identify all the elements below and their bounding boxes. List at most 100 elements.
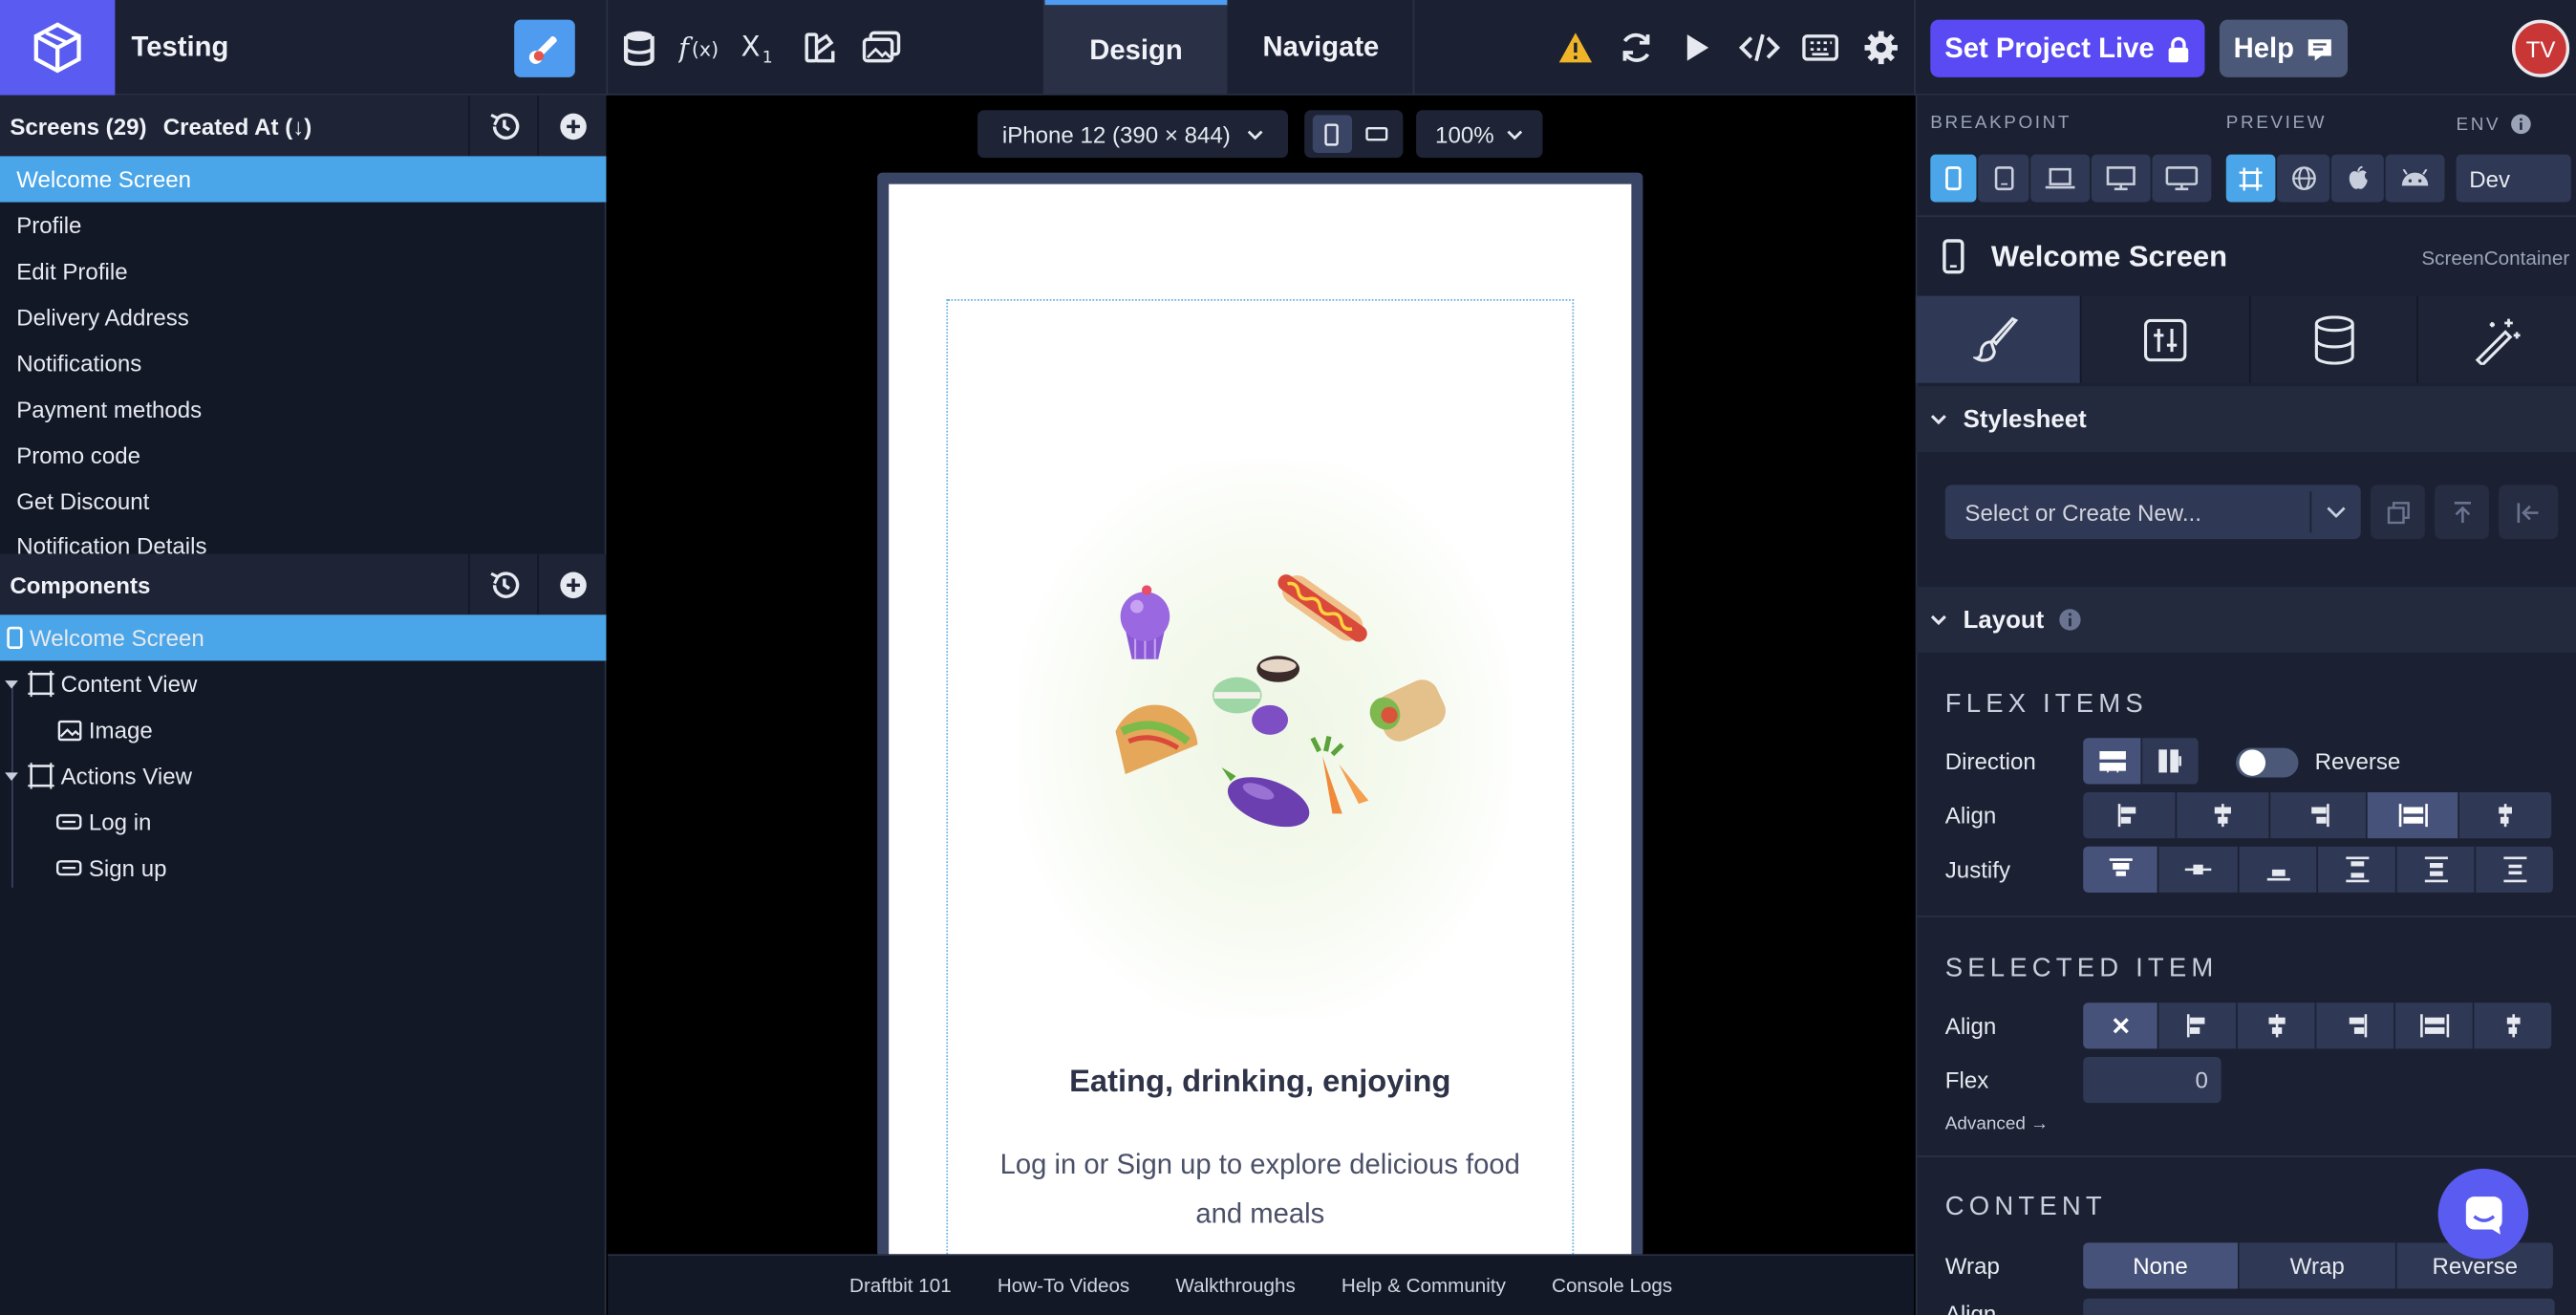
screen-item[interactable]: Edit Profile (0, 248, 606, 294)
welcome-headline[interactable]: Eating, drinking, enjoying (946, 1066, 1574, 1102)
duplicate-style-button[interactable] (2371, 485, 2425, 540)
align-baseline[interactable] (2458, 792, 2553, 839)
breakpoint-desktop[interactable] (2091, 154, 2151, 203)
detach-style-button[interactable] (2499, 485, 2559, 540)
screen-item[interactable]: Promo code (0, 432, 606, 478)
refresh-icon[interactable] (1617, 28, 1656, 67)
project-name[interactable]: Testing (132, 32, 229, 64)
divider (1915, 1155, 2576, 1157)
stylesheet-section[interactable]: Stylesheet (1915, 386, 2576, 452)
stylesheet-select[interactable]: Select or Create New... (1944, 485, 2361, 540)
screen-item[interactable]: Get Discount (0, 479, 606, 525)
tree-item-image[interactable]: Image (57, 707, 153, 753)
breakpoint-wide[interactable] (2152, 154, 2212, 203)
tab-properties[interactable] (2081, 295, 2251, 383)
justify-start[interactable] (2083, 846, 2159, 893)
screen-item[interactable]: Welcome Screen (0, 156, 607, 203)
direction-row[interactable] (2142, 738, 2200, 785)
help-button[interactable]: Help (2219, 19, 2349, 77)
screen-item[interactable]: Delivery Address (0, 294, 606, 340)
reverse-toggle[interactable] (2236, 747, 2299, 778)
tab-style[interactable] (1915, 295, 2082, 383)
add-component-button[interactable] (537, 553, 606, 615)
portrait-button[interactable] (1311, 115, 1352, 153)
media-icon[interactable] (862, 28, 902, 67)
set-project-live-button[interactable]: Set Project Live (1930, 19, 2205, 77)
advanced-link[interactable]: Advanced → (1945, 1114, 2049, 1134)
preview-canvas[interactable] (2225, 154, 2276, 203)
breakpoint-laptop[interactable] (2030, 154, 2091, 203)
breakpoint-phone[interactable] (1930, 154, 1977, 203)
preview-web[interactable] (2277, 154, 2330, 203)
layout-section[interactable]: Layout (1915, 587, 2576, 653)
align-end[interactable] (2270, 792, 2368, 839)
screen-item[interactable]: Notifications (0, 340, 606, 386)
welcome-subtext[interactable]: Log in or Sign up to explore delicious f… (979, 1141, 1541, 1240)
footer-link[interactable]: Help & Community (1342, 1274, 1506, 1297)
align-center[interactable] (2177, 792, 2271, 839)
breakpoint-tablet[interactable] (1978, 154, 2029, 203)
justify-space-around[interactable] (2396, 846, 2477, 893)
tree-item-welcome-screen[interactable]: Welcome Screen (0, 614, 607, 661)
self-align-end[interactable] (2316, 1002, 2395, 1049)
gear-icon[interactable] (1861, 28, 1900, 67)
self-align-none[interactable] (2083, 1002, 2159, 1049)
env-select[interactable]: Dev (2456, 154, 2571, 203)
keyboard-icon[interactable] (1800, 28, 1839, 67)
view-icon (28, 670, 54, 698)
screen-item[interactable]: Profile (0, 203, 606, 248)
content-align-options[interactable] (2083, 1298, 2555, 1315)
preview-ios[interactable] (2330, 154, 2384, 203)
footer-link[interactable]: Console Logs (1552, 1274, 1672, 1297)
device-select[interactable]: iPhone 12 (390 × 844) (977, 110, 1289, 159)
screen-item[interactable]: Notification Details (0, 525, 606, 553)
justify-space-between[interactable] (2318, 846, 2397, 893)
upload-style-button[interactable] (2435, 485, 2489, 540)
play-icon[interactable] (1678, 28, 1717, 67)
footer-link[interactable]: How-To Videos (998, 1274, 1129, 1297)
orientation-toggle[interactable] (1304, 110, 1404, 159)
justify-end[interactable] (2239, 846, 2319, 893)
tree-item-actions-view[interactable]: Actions View (5, 753, 192, 799)
align-stretch[interactable] (2367, 792, 2459, 839)
add-screen-button[interactable] (537, 95, 606, 157)
tab-data[interactable] (2250, 295, 2418, 383)
warning-icon[interactable] (1556, 28, 1595, 67)
functions-icon[interactable]: f (x) (678, 28, 721, 67)
data-icon[interactable] (619, 28, 658, 67)
screens-sort[interactable]: Created At (↓) (163, 113, 312, 140)
tab-design[interactable]: Design (1044, 0, 1228, 96)
direction-column[interactable] (2083, 738, 2143, 785)
self-align-start[interactable] (2158, 1002, 2238, 1049)
flex-input[interactable]: 0 (2083, 1056, 2222, 1104)
draftbit-logo[interactable] (0, 0, 116, 96)
history-button[interactable] (468, 95, 537, 157)
justify-center[interactable] (2158, 846, 2240, 893)
tree-item-log-in[interactable]: Log in (55, 799, 151, 845)
history-button[interactable] (468, 553, 537, 615)
variables-icon[interactable]: X1 (740, 28, 779, 67)
tree-item-content-view[interactable]: Content View (5, 660, 197, 706)
env-label: ENV (2456, 114, 2501, 135)
zoom-select[interactable]: 100% (1416, 110, 1543, 159)
footer-link[interactable]: Walkthroughs (1175, 1274, 1295, 1297)
self-align-stretch[interactable] (2394, 1002, 2475, 1049)
tab-navigate[interactable]: Navigate (1229, 0, 1413, 96)
self-align-baseline[interactable] (2474, 1002, 2553, 1049)
tab-magic[interactable] (2417, 295, 2576, 383)
wrap-wrap[interactable]: Wrap (2239, 1242, 2397, 1289)
footer-link[interactable]: Draftbit 101 (849, 1274, 952, 1297)
self-align-center[interactable] (2237, 1002, 2317, 1049)
tree-item-sign-up[interactable]: Sign up (55, 845, 166, 891)
code-icon[interactable] (1738, 28, 1781, 67)
avatar[interactable]: TV (2511, 19, 2570, 77)
wrap-none[interactable]: None (2083, 1242, 2240, 1289)
preview-android[interactable] (2385, 154, 2445, 203)
thermometer-button[interactable] (514, 19, 575, 77)
support-chat-button[interactable] (2437, 1168, 2529, 1260)
theme-icon[interactable] (800, 28, 839, 67)
landscape-button[interactable] (1356, 115, 1395, 153)
screen-item[interactable]: Payment methods (0, 386, 606, 432)
align-start[interactable] (2083, 792, 2178, 839)
justify-space-evenly[interactable] (2476, 846, 2555, 893)
